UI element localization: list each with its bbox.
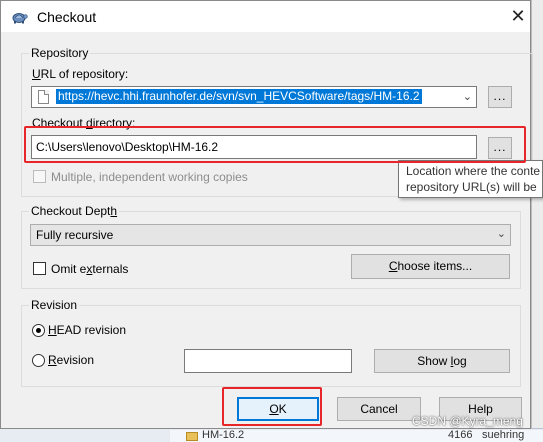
checkout-dialog: Checkout ✕ Repository URL of repository:… <box>0 0 533 429</box>
omit-externals-checkbox[interactable] <box>33 262 46 275</box>
show-log-button[interactable]: Show log <box>374 349 510 373</box>
url-combobox[interactable]: https://hevc.hhi.fraunhofer.de/svn/svn_H… <box>31 86 477 108</box>
folder-icon <box>186 432 198 441</box>
url-value: https://hevc.hhi.fraunhofer.de/svn/svn_H… <box>56 89 422 104</box>
depth-selected-value: Fully recursive <box>36 228 114 242</box>
cancel-button[interactable]: Cancel <box>337 397 421 421</box>
revision-input[interactable] <box>184 349 352 373</box>
revision-radio[interactable] <box>32 354 45 367</box>
url-browse-button[interactable]: ... <box>488 86 512 108</box>
tooltip-line-2: repository URL(s) will be <box>406 180 537 194</box>
head-revision-radio[interactable] <box>32 324 45 337</box>
tortoise-icon <box>12 13 28 24</box>
revision-label: Revision <box>48 353 95 367</box>
title-bar: Checkout ✕ <box>1 1 530 32</box>
background-row-revision: 4166 <box>448 429 473 441</box>
watermark-text: CSDN @Kyra_meng <box>412 414 523 428</box>
repository-group-label: Repository <box>29 46 91 60</box>
checkout-directory-label: Checkout directory: <box>32 116 136 130</box>
choose-items-button[interactable]: Choose items... <box>351 254 510 279</box>
window-title: Checkout <box>37 9 97 25</box>
ok-button[interactable]: OK <box>237 397 319 421</box>
background-file-row: HM-16.2 4166 suehring <box>170 429 543 442</box>
multiple-copies-checkbox[interactable] <box>33 170 46 183</box>
omit-externals-label: Omit externals <box>51 262 129 276</box>
tooltip-line-1: Location where the conte <box>406 164 541 178</box>
checkout-directory-browse-button[interactable]: ... <box>488 137 512 159</box>
background-row-name: HM-16.2 <box>202 429 245 441</box>
document-icon <box>38 90 49 104</box>
url-label: URL of repository: <box>32 67 129 81</box>
chevron-down-icon[interactable]: ⌄ <box>497 227 506 240</box>
multiple-copies-label: Multiple, independent working copies <box>51 170 248 184</box>
chevron-down-icon[interactable]: ⌄ <box>463 90 472 103</box>
checkout-directory-input[interactable]: C:\Users\lenovo\Desktop\HM-16.2 <box>31 135 477 159</box>
directory-tooltip: Location where the conte repository URL(… <box>398 160 543 198</box>
head-revision-label: HEAD revision <box>48 323 127 337</box>
checkout-depth-group-label: Checkout Depth <box>29 204 120 218</box>
revision-group <box>21 305 521 387</box>
revision-group-label: Revision <box>29 298 80 312</box>
close-button[interactable]: ✕ <box>505 4 531 28</box>
background-row-author: suehring <box>482 429 525 441</box>
depth-select[interactable]: Fully recursive ⌄ <box>30 224 511 246</box>
